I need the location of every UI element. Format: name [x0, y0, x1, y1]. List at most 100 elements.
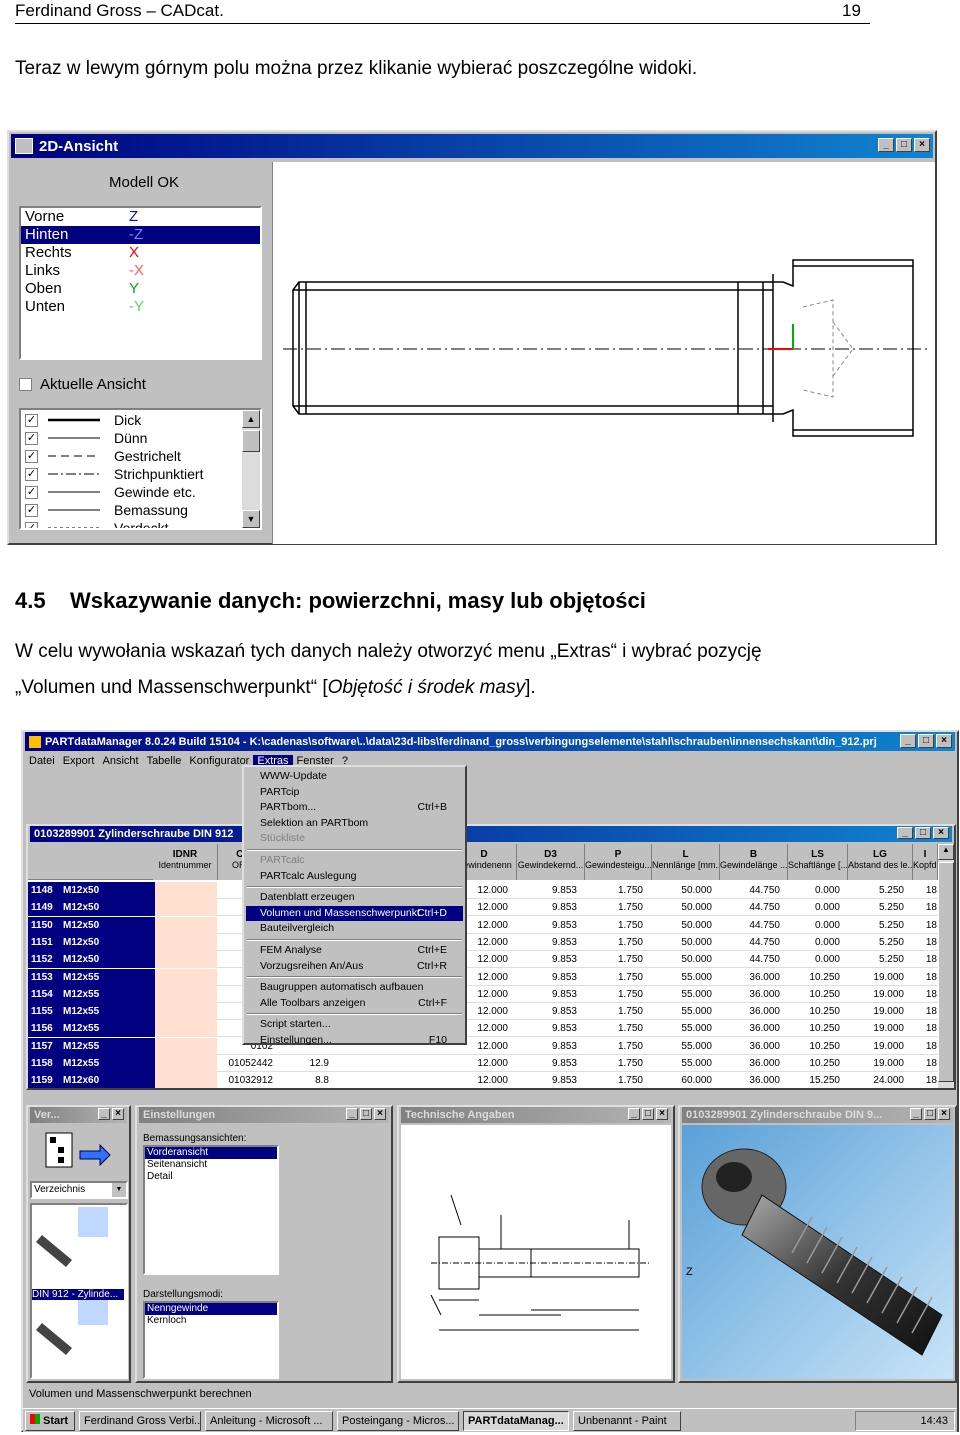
- scroll-down-button[interactable]: ▼: [242, 510, 260, 528]
- toolbar-button[interactable]: [57, 796, 77, 816]
- minimize-button[interactable]: _: [628, 1108, 640, 1120]
- menu-item-alle-toolbars-anzeigen[interactable]: Alle Toolbars anzeigen Ctrl+F: [246, 996, 463, 1011]
- toolbar-button[interactable]: [79, 771, 99, 791]
- directory-dropdown[interactable]: Verzeichnis ▼: [30, 1181, 128, 1199]
- close-button[interactable]: ×: [914, 138, 930, 152]
- table-row[interactable]: 1148M12x50010312.0009.8531.75050.00044.7…: [28, 882, 938, 899]
- toolbar-button[interactable]: [211, 796, 231, 816]
- table-row[interactable]: 1156M12x5501012.0009.8531.75055.00036.00…: [28, 1020, 938, 1038]
- line-style-item[interactable]: ✓ Dünn: [25, 430, 147, 446]
- part-thumbnails[interactable]: DIN 912 - Zylinde...: [30, 1203, 128, 1379]
- view-item-oben[interactable]: Oben Y: [21, 280, 260, 298]
- line-style-item[interactable]: ✓ Bemassung: [25, 502, 188, 518]
- line-style-item[interactable]: ✓ Dick: [25, 412, 141, 428]
- close-button[interactable]: ×: [938, 1108, 950, 1120]
- taskbar-item[interactable]: Unbenannt - Paint: [573, 1411, 681, 1431]
- line-style-checkbox[interactable]: ✓: [25, 503, 38, 517]
- taskbar-item[interactable]: Ferdinand Gross Verbi...: [79, 1411, 201, 1431]
- dimension-views-list[interactable]: Vorderansicht Seitenansicht Detail: [143, 1145, 279, 1275]
- display-modes-list[interactable]: Nenngewinde Kernloch: [143, 1301, 279, 1379]
- table-row[interactable]: 1149M12x50010312.0009.8531.75050.00044.7…: [28, 899, 938, 917]
- current-view-option[interactable]: Aktuelle Ansicht: [19, 376, 146, 393]
- panel-3d-titlebar[interactable]: 0103289901 Zylinderschraube DIN 9... _ □ ×: [682, 1107, 953, 1123]
- table-row[interactable]: 1159 M12x60 01032912 8.8 12.000 9.853 1.750 60.…: [28, 1072, 938, 1088]
- current-view-checkbox[interactable]: [19, 378, 32, 391]
- table-row[interactable]: 1151M12x50010212.0009.8531.75050.00044.7…: [28, 933, 938, 951]
- taskbar-item[interactable]: PARTdataManag...: [463, 1411, 569, 1431]
- toolbar-button[interactable]: [145, 796, 165, 816]
- drawing-canvas[interactable]: [272, 162, 935, 544]
- technical-drawing[interactable]: [401, 1125, 671, 1379]
- chevron-down-icon[interactable]: ▼: [112, 1183, 126, 1197]
- view-item-hinten[interactable]: Hinten -Z: [21, 226, 260, 244]
- toolbar-button[interactable]: [101, 796, 121, 816]
- menu-item-baugruppen-automatisch-aufbauen[interactable]: Baugruppen automatisch aufbauen: [246, 980, 463, 995]
- model-ok-button[interactable]: Modell OK: [89, 166, 199, 200]
- maximize-button[interactable]: □: [896, 138, 912, 152]
- menu-ansicht[interactable]: Ansicht: [98, 755, 142, 767]
- toolbar-button[interactable]: [35, 796, 55, 816]
- menu-datei[interactable]: Datei: [25, 755, 59, 767]
- panel-tech-titlebar[interactable]: Technische Angaben _ □ ×: [401, 1107, 671, 1123]
- toolbar-button[interactable]: [57, 771, 77, 791]
- menu-item-st-ckliste[interactable]: Stückliste: [246, 831, 463, 846]
- close-button[interactable]: ×: [933, 827, 949, 839]
- scrollbar[interactable]: ▲ ▼: [242, 410, 260, 528]
- taskbar-item[interactable]: Posteingang - Micros...: [337, 1411, 459, 1431]
- table-row[interactable]: 1153M12x5501012.0009.8531.75055.00036.00…: [28, 968, 938, 986]
- scroll-thumb[interactable]: [242, 430, 260, 452]
- menu-item-fem-analyse[interactable]: FEM Analyse Ctrl+E: [246, 943, 463, 958]
- menu-export[interactable]: Export: [59, 755, 99, 767]
- toolbar-button[interactable]: [35, 771, 55, 791]
- start-button[interactable]: Start: [25, 1411, 75, 1431]
- menu-item-einstellungen[interactable]: Einstellungen... F10: [246, 1033, 463, 1048]
- pdm-titlebar[interactable]: PARTdataManager 8.0.24 Build 15104 - K:\…: [25, 732, 955, 751]
- line-style-checkbox[interactable]: ✓: [25, 521, 38, 528]
- selected-part-item[interactable]: DIN 912 - Zylinde...: [32, 1289, 124, 1300]
- close-button[interactable]: ×: [112, 1108, 124, 1120]
- menu-item-selektion-an-partbom[interactable]: Selektion an PARTbom: [246, 816, 463, 831]
- maximize-button[interactable]: □: [915, 827, 931, 839]
- line-style-checkbox[interactable]: ✓: [25, 431, 38, 445]
- table-row[interactable]: 1157 M12x55 0102 12.000 9.853 1.750 55.000 36.0…: [28, 1037, 938, 1055]
- toolbar-button[interactable]: [189, 796, 209, 816]
- close-button[interactable]: ×: [656, 1108, 668, 1120]
- column-header[interactable]: B Gewindelänge ...: [720, 844, 788, 880]
- panel-einst-titlebar[interactable]: Einstellungen _ □ ×: [139, 1107, 389, 1123]
- line-style-item[interactable]: ✓ Gewinde etc.: [25, 484, 196, 500]
- toolbar-button[interactable]: [79, 796, 99, 816]
- taskbar-item[interactable]: Anleitung - Microsoft ...: [205, 1411, 333, 1431]
- menu-item-script-starten[interactable]: Script starten...: [246, 1017, 463, 1032]
- minimize-button[interactable]: _: [98, 1108, 110, 1120]
- menu-item-vorzugsreihen-an-aus[interactable]: Vorzugsreihen An/Aus Ctrl+R: [246, 959, 463, 974]
- menu-item-partcip[interactable]: PARTcip: [246, 785, 463, 800]
- minimize-button[interactable]: _: [900, 734, 916, 748]
- maximize-button[interactable]: □: [360, 1108, 372, 1120]
- table-titlebar[interactable]: 0103289901 Zylinderschraube DIN 912 _ □ ×: [30, 826, 952, 842]
- minimize-button[interactable]: _: [897, 827, 913, 839]
- line-style-item[interactable]: ✓ Verdeckt: [25, 520, 168, 528]
- column-header[interactable]: P Gewindesteigu...: [585, 844, 652, 880]
- table-row[interactable]: 1154M12x55010312.0009.8531.75055.00036.0…: [28, 985, 938, 1003]
- view-item-vorne[interactable]: Vorne Z: [21, 208, 260, 226]
- scroll-up-button[interactable]: ▲: [938, 844, 954, 860]
- column-header[interactable]: D3 Gewindekernd...: [517, 844, 585, 880]
- option-item[interactable]: Detail: [145, 1171, 277, 1183]
- menu-item-www-update[interactable]: WWW-Update: [246, 769, 463, 784]
- toolbar-button[interactable]: [123, 796, 143, 816]
- panel-ver-titlebar[interactable]: Ver... _ ×: [30, 1107, 127, 1123]
- column-header[interactable]: L Nennlänge [mm...: [652, 844, 720, 880]
- table-row[interactable]: 1150M12x5001012.0009.8531.75050.00044.75…: [28, 916, 938, 934]
- column-header[interactable]: LG Abstand des le...: [848, 844, 913, 880]
- scroll-up-button[interactable]: ▲: [242, 410, 260, 428]
- close-button[interactable]: ×: [936, 734, 952, 748]
- toolbar-button[interactable]: [101, 771, 121, 791]
- column-header[interactable]: IKopfdu: [913, 844, 938, 880]
- menu-item-datenblatt-erzeugen[interactable]: Datenblatt erzeugen: [246, 890, 463, 905]
- line-style-checkbox[interactable]: ✓: [25, 449, 38, 463]
- window-2d-titlebar[interactable]: 2D-Ansicht _ □ ×: [11, 134, 933, 158]
- maximize-button[interactable]: □: [642, 1108, 654, 1120]
- scroll-thumb[interactable]: [938, 862, 954, 1082]
- minimize-button[interactable]: _: [910, 1108, 922, 1120]
- table-row[interactable]: 1152M12x5001012.0009.8531.75050.00044.75…: [28, 951, 938, 969]
